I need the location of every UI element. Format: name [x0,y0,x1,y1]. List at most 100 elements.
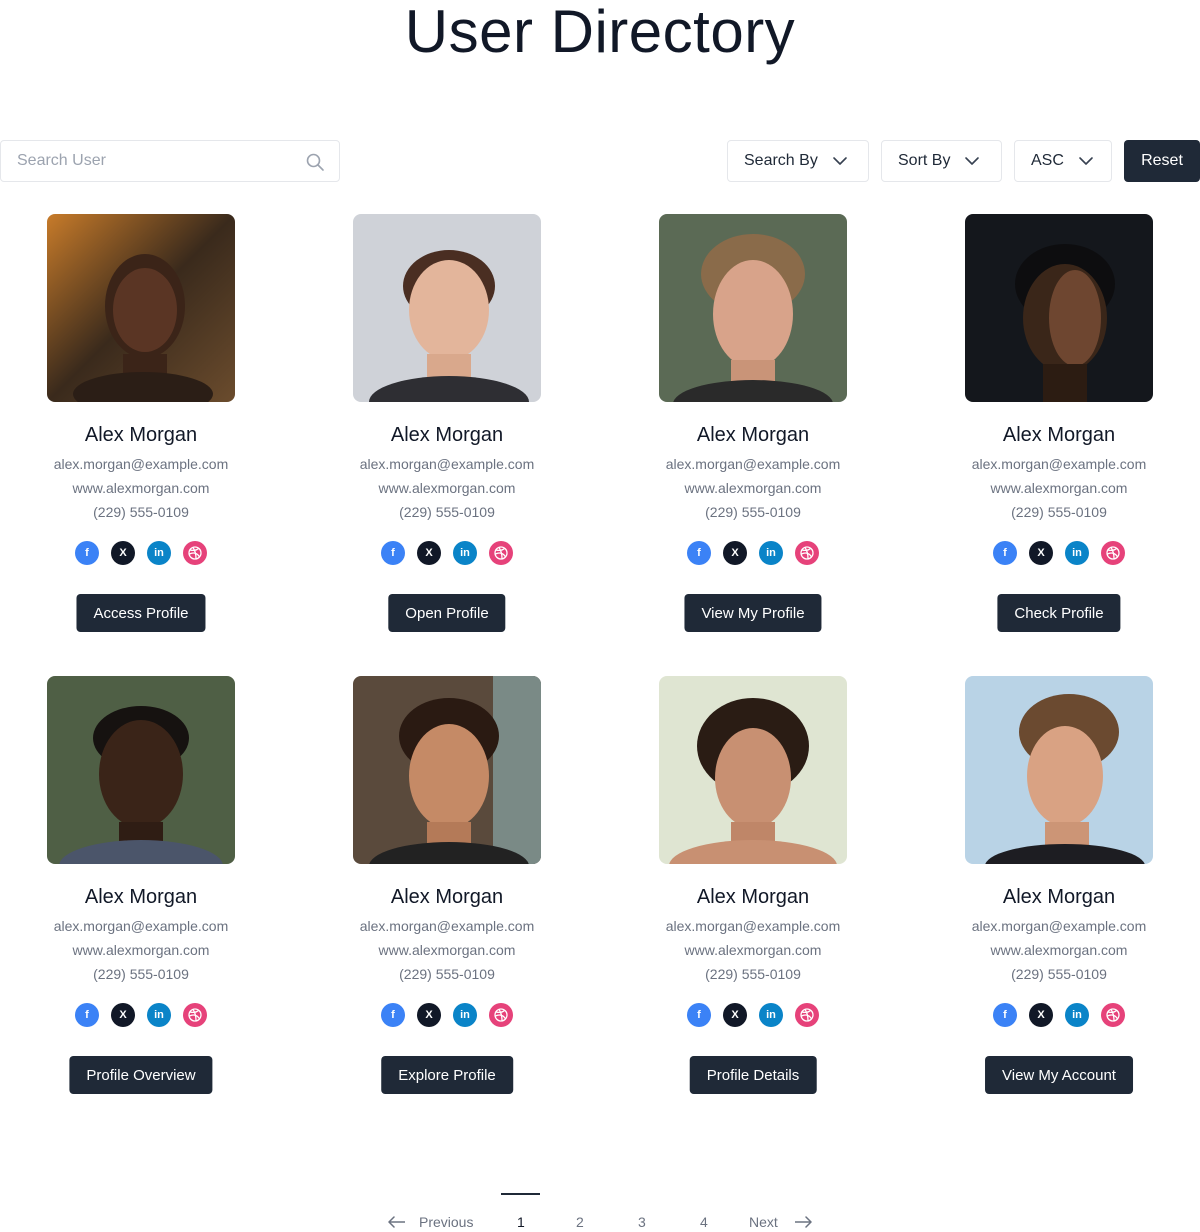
next-page-link[interactable]: Next [749,1214,778,1230]
user-card: Alex Morgan alex.morgan@example.com www.… [918,214,1200,654]
user-name: Alex Morgan [696,886,810,908]
profile-button[interactable]: View My Account [985,1056,1133,1094]
linkedin-icon[interactable]: in [453,1003,477,1027]
page-link-3[interactable]: 3 [638,1214,646,1230]
x-icon[interactable]: X [111,1003,135,1027]
dribbble-icon[interactable] [1101,541,1125,565]
user-name: Alex Morgan [1002,424,1116,446]
user-email: alex.morgan@example.com [665,456,841,472]
previous-page-link[interactable]: Previous [419,1214,473,1230]
user-phone: (229) 555-0109 [93,504,189,520]
x-icon[interactable]: X [111,541,135,565]
user-email: alex.morgan@example.com [359,456,535,472]
user-phone: (229) 555-0109 [399,966,495,982]
search-by-dropdown[interactable]: Search By [727,140,869,182]
page-link-1[interactable]: 1 [517,1214,525,1230]
avatar [353,676,541,864]
linkedin-icon[interactable]: in [759,541,783,565]
reset-button[interactable]: Reset [1124,140,1200,182]
x-icon[interactable]: X [417,1003,441,1027]
toolbar: Search By Sort By ASC Reset [0,140,1200,182]
linkedin-icon[interactable]: in [759,1003,783,1027]
x-icon[interactable]: X [1029,1003,1053,1027]
linkedin-icon[interactable]: in [1065,1003,1089,1027]
user-website: www.alexmorgan.com [378,942,516,958]
user-phone: (229) 555-0109 [705,504,801,520]
order-dropdown[interactable]: ASC [1014,140,1112,182]
user-name: Alex Morgan [1002,886,1116,908]
x-icon[interactable]: X [417,541,441,565]
social-links: f X in [918,1003,1200,1027]
facebook-icon[interactable]: f [687,541,711,565]
facebook-icon[interactable]: f [993,541,1017,565]
dribbble-icon[interactable] [1101,1003,1125,1027]
user-email: alex.morgan@example.com [53,456,229,472]
sort-by-label: Sort By [898,152,951,169]
linkedin-icon[interactable]: in [453,541,477,565]
x-icon[interactable]: X [1029,541,1053,565]
user-website: www.alexmorgan.com [378,480,516,496]
dribbble-icon[interactable] [183,541,207,565]
facebook-icon[interactable]: f [993,1003,1017,1027]
avatar [47,676,235,864]
profile-button[interactable]: Access Profile [76,594,206,632]
search-icon[interactable] [305,152,325,172]
profile-button[interactable]: Explore Profile [381,1056,513,1094]
user-card: Alex Morgan alex.morgan@example.com www.… [612,214,918,654]
user-name: Alex Morgan [390,886,504,908]
search-box[interactable] [0,140,340,182]
profile-button[interactable]: Profile Overview [69,1056,213,1094]
user-email: alex.morgan@example.com [971,456,1147,472]
linkedin-icon[interactable]: in [147,1003,171,1027]
user-phone: (229) 555-0109 [93,966,189,982]
dribbble-icon[interactable] [489,1003,513,1027]
user-card: Alex Morgan alex.morgan@example.com www.… [0,676,306,1116]
user-website: www.alexmorgan.com [990,942,1128,958]
dribbble-icon[interactable] [795,1003,819,1027]
search-input[interactable] [1,141,291,181]
user-card: Alex Morgan alex.morgan@example.com www.… [306,214,612,654]
user-card: Alex Morgan alex.morgan@example.com www.… [0,214,306,654]
avatar [965,676,1153,864]
user-name: Alex Morgan [84,424,198,446]
arrow-right-icon[interactable] [794,1216,812,1228]
user-card: Alex Morgan alex.morgan@example.com www.… [306,676,612,1116]
user-website: www.alexmorgan.com [72,942,210,958]
user-name: Alex Morgan [84,886,198,908]
sort-by-dropdown[interactable]: Sort By [881,140,1002,182]
social-links: f X in [918,541,1200,565]
user-email: alex.morgan@example.com [665,918,841,934]
user-name: Alex Morgan [390,424,504,446]
social-links: f X in [306,541,588,565]
profile-button[interactable]: Profile Details [689,1056,817,1094]
dribbble-icon[interactable] [795,541,819,565]
avatar [659,676,847,864]
avatar [659,214,847,402]
social-links: f X in [0,541,282,565]
facebook-icon[interactable]: f [687,1003,711,1027]
facebook-icon[interactable]: f [381,1003,405,1027]
user-phone: (229) 555-0109 [705,966,801,982]
page-link-4[interactable]: 4 [700,1214,708,1230]
profile-button[interactable]: Open Profile [388,594,506,632]
page-link-2[interactable]: 2 [576,1214,584,1230]
arrow-left-icon[interactable] [388,1216,406,1228]
social-links: f X in [306,1003,588,1027]
facebook-icon[interactable]: f [381,541,405,565]
linkedin-icon[interactable]: in [1065,541,1089,565]
social-links: f X in [612,541,894,565]
facebook-icon[interactable]: f [75,541,99,565]
facebook-icon[interactable]: f [75,1003,99,1027]
profile-button[interactable]: Check Profile [997,594,1121,632]
profile-button[interactable]: View My Profile [684,594,822,632]
user-email: alex.morgan@example.com [971,918,1147,934]
user-website: www.alexmorgan.com [684,480,822,496]
dribbble-icon[interactable] [183,1003,207,1027]
dribbble-icon[interactable] [489,541,513,565]
x-icon[interactable]: X [723,1003,747,1027]
social-links: f X in [612,1003,894,1027]
linkedin-icon[interactable]: in [147,541,171,565]
x-icon[interactable]: X [723,541,747,565]
user-card: Alex Morgan alex.morgan@example.com www.… [612,676,918,1116]
user-card: Alex Morgan alex.morgan@example.com www.… [918,676,1200,1116]
